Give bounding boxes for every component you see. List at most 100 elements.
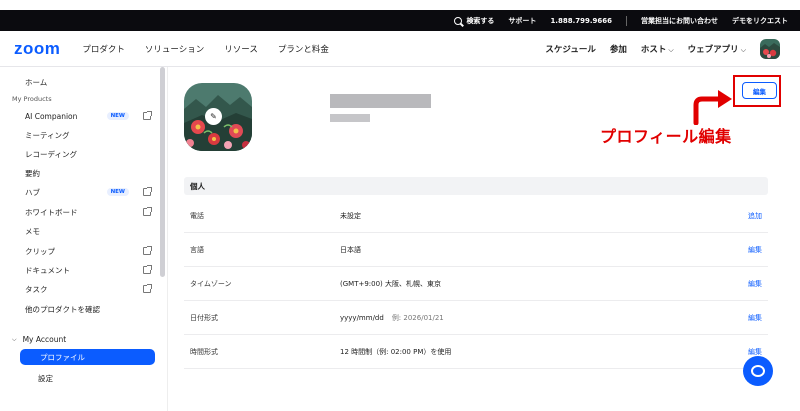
sidebar-item-label: クリップ bbox=[25, 246, 55, 256]
sidebar-category: My Products bbox=[12, 95, 52, 103]
avatar[interactable] bbox=[760, 39, 780, 59]
edit-photo-button[interactable]: ✎ bbox=[205, 108, 222, 125]
external-link-icon bbox=[143, 246, 152, 255]
external-link-icon bbox=[143, 284, 152, 293]
sidebar-scrollbar[interactable] bbox=[160, 67, 165, 277]
row-value: 未設定 bbox=[340, 211, 361, 221]
search-label: 検索する bbox=[466, 16, 495, 25]
join-link[interactable]: 参加 bbox=[610, 43, 627, 55]
phone-link[interactable]: 1.888.799.9666 bbox=[550, 17, 612, 25]
sidebar-item-tasks[interactable]: タスク bbox=[25, 282, 153, 296]
sidebar-item-settings[interactable]: 設定 bbox=[38, 371, 166, 385]
profile-content: ✎ 編集 プロフィール編集 個人 電話 未設定 追加 言語 日本語 編集 タイム… bbox=[168, 67, 800, 411]
row-value-text: yyyy/mm/dd bbox=[340, 314, 384, 322]
divider bbox=[626, 15, 627, 26]
chevron-down-icon: ⌵ bbox=[740, 46, 746, 54]
row-timezone: タイムゾーン (GMT+9:00) 大阪、札幌、東京 編集 bbox=[184, 267, 768, 301]
main-nav: zoom プロダクト ソリューション リソース プランと料金 スケジュール 参加… bbox=[0, 31, 800, 67]
sidebar-item-summaries[interactable]: 要約 bbox=[25, 166, 153, 180]
edit-date-format-link[interactable]: 編集 bbox=[748, 313, 762, 323]
row-value-text: 12 時間制（例: 02:00 PM）を使用 bbox=[340, 348, 452, 356]
row-value-text: 未設定 bbox=[340, 212, 361, 220]
nav-item-resources[interactable]: リソース bbox=[224, 43, 258, 55]
annotation-arrow-icon bbox=[693, 90, 732, 125]
my-account-toggle[interactable]: ⌵ My Account bbox=[12, 335, 66, 344]
chevron-down-icon: ⌵ bbox=[12, 335, 17, 343]
support-link[interactable]: サポート bbox=[508, 16, 536, 26]
host-menu[interactable]: ホスト ⌵ bbox=[641, 43, 674, 55]
new-badge: NEW bbox=[106, 188, 129, 196]
sidebar-item-profile[interactable]: プロファイル bbox=[20, 349, 155, 365]
sidebar-item-label: メモ bbox=[25, 226, 40, 236]
sidebar-item-label: プロファイル bbox=[40, 352, 85, 362]
sidebar-item-whiteboard[interactable]: ホワイトボード bbox=[25, 205, 153, 219]
zoom-logo[interactable]: zoom bbox=[14, 39, 60, 59]
sidebar-item-label: ドキュメント bbox=[25, 265, 70, 275]
nav-item-pricing[interactable]: プランと料金 bbox=[278, 43, 329, 55]
row-label: 日付形式 bbox=[190, 314, 218, 322]
section-personal-header: 個人 bbox=[184, 177, 768, 195]
edit-language-link[interactable]: 編集 bbox=[748, 245, 762, 255]
edit-timezone-link[interactable]: 編集 bbox=[748, 279, 762, 289]
chat-icon bbox=[751, 365, 765, 377]
sidebar-item-hub[interactable]: ハブ NEW bbox=[25, 185, 153, 199]
schedule-link[interactable]: スケジュール bbox=[545, 43, 595, 55]
pencil-icon: ✎ bbox=[210, 112, 217, 121]
host-label: ホスト bbox=[640, 45, 667, 55]
nav-right-menu: スケジュール 参加 ホスト ⌵ ウェブアプリ ⌵ bbox=[531, 31, 780, 67]
row-label: タイムゾーン bbox=[190, 280, 232, 288]
row-value-text: 日本語 bbox=[340, 246, 361, 254]
request-demo-link[interactable]: デモをリクエスト bbox=[732, 16, 788, 26]
row-label: 言語 bbox=[190, 246, 204, 254]
external-link-icon bbox=[143, 265, 152, 274]
sidebar-item-label: ハブ bbox=[25, 187, 40, 197]
sidebar-item-label: 要約 bbox=[25, 168, 40, 178]
search-icon bbox=[454, 16, 463, 25]
sidebar-item-label: 他のプロダクトを確認 bbox=[25, 304, 100, 314]
row-language: 言語 日本語 編集 bbox=[184, 233, 768, 267]
sidebar-item-label: AI Companion bbox=[25, 111, 78, 121]
sidebar-item-notes[interactable]: メモ bbox=[25, 224, 153, 238]
external-link-icon bbox=[143, 187, 152, 196]
sidebar-item-meetings[interactable]: ミーティング bbox=[25, 128, 153, 142]
sidebar-item-home[interactable]: ホーム bbox=[25, 75, 153, 89]
external-link-icon bbox=[143, 207, 152, 216]
sidebar-item-docs[interactable]: ドキュメント bbox=[25, 263, 153, 277]
webapp-menu[interactable]: ウェブアプリ ⌵ bbox=[688, 43, 746, 55]
chevron-down-icon: ⌵ bbox=[668, 46, 674, 54]
sidebar-item-clips[interactable]: クリップ bbox=[25, 244, 153, 258]
add-phone-link[interactable]: 追加 bbox=[748, 211, 762, 221]
annotation-label: プロフィール編集 bbox=[600, 127, 732, 146]
row-value: 12 時間制（例: 02:00 PM）を使用 bbox=[340, 347, 451, 357]
annotation-highlight-box bbox=[733, 75, 781, 107]
new-badge: NEW bbox=[106, 112, 129, 120]
sidebar-item-label: ミーティング bbox=[25, 130, 70, 140]
row-phone: 電話 未設定 追加 bbox=[184, 199, 768, 233]
webapp-label: ウェブアプリ bbox=[687, 45, 739, 55]
chat-button[interactable] bbox=[743, 356, 773, 386]
sidebar-item-label: 設定 bbox=[38, 373, 53, 383]
sidebar-item-more-products[interactable]: 他のプロダクトを確認 bbox=[25, 302, 153, 316]
row-value: yyyy/mm/dd 例: 2026/01/21 bbox=[340, 313, 444, 323]
redacted-name bbox=[330, 94, 431, 108]
row-date-format: 日付形式 yyyy/mm/dd 例: 2026/01/21 編集 bbox=[184, 301, 768, 335]
redacted-subtitle bbox=[330, 114, 370, 122]
nav-item-products[interactable]: プロダクト bbox=[82, 43, 125, 55]
sidebar-item-label: ホワイトボード bbox=[25, 207, 78, 217]
my-account-label: My Account bbox=[22, 335, 67, 344]
sidebar-item-ai-companion[interactable]: AI Companion NEW bbox=[25, 109, 153, 123]
contact-sales-link[interactable]: 営業担当にお問い合わせ bbox=[641, 16, 718, 26]
row-value: 日本語 bbox=[340, 245, 361, 255]
row-label: 時間形式 bbox=[190, 348, 218, 356]
external-link-icon bbox=[143, 111, 152, 120]
sidebar-item-label: レコーディング bbox=[25, 149, 77, 159]
row-value-text: (GMT+9:00) 大阪、札幌、東京 bbox=[340, 280, 442, 288]
search-link[interactable]: 検索する bbox=[454, 16, 494, 26]
sidebar: ホーム My Products AI Companion NEW ミーティング … bbox=[0, 67, 168, 411]
utility-bar: 検索する サポート 1.888.799.9666 営業担当にお問い合わせ デモを… bbox=[0, 10, 800, 31]
row-value: (GMT+9:00) 大阪、札幌、東京 bbox=[340, 279, 441, 289]
sidebar-item-recordings[interactable]: レコーディング bbox=[25, 147, 153, 161]
row-time-format: 時間形式 12 時間制（例: 02:00 PM）を使用 編集 bbox=[184, 335, 768, 369]
nav-left-menu: プロダクト ソリューション リソース プランと料金 bbox=[82, 43, 348, 55]
nav-item-solutions[interactable]: ソリューション bbox=[145, 43, 204, 55]
